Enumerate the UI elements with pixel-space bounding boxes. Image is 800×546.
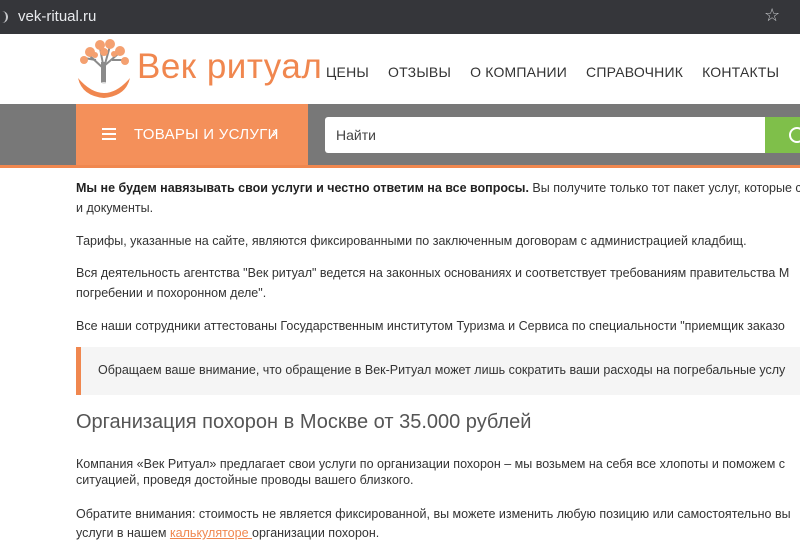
legal-paragraph: Вся деятельность агентства "Век ритуал" … — [76, 266, 790, 280]
chevron-down-icon: › — [272, 124, 278, 141]
main-nav: ЦЕНЫ ОТЗЫВЫ О КОМПАНИИ СПРАВОЧНИК КОНТАК… — [326, 64, 798, 80]
star-icon[interactable]: ☆ — [764, 5, 780, 26]
site-info-icon[interactable] — [0, 11, 8, 23]
nav-prices[interactable]: ЦЕНЫ — [326, 64, 369, 80]
tree-logo-icon[interactable] — [76, 38, 132, 98]
cost-text-before: услуги в нашем — [76, 526, 170, 540]
legal-paragraph-line2: погребении и похоронном деле". — [76, 286, 267, 300]
cost-paragraph: Обратите внимания: стоимость не является… — [76, 507, 791, 521]
catalog-menu-button[interactable]: ТОВАРЫ И УСЛУГИ › — [76, 104, 308, 165]
calculator-link[interactable]: калькуляторе — [170, 526, 252, 540]
search-input[interactable] — [325, 117, 765, 153]
intro-paragraph: Мы не будем навязывать свои услуги и чес… — [76, 178, 800, 198]
staff-paragraph: Все наши сотрудники аттестованы Государс… — [76, 319, 785, 333]
logo-text[interactable]: Век ритуал — [137, 47, 322, 87]
search-button[interactable] — [765, 117, 800, 153]
cost-paragraph-line2: услуги в нашем калькуляторе организации … — [76, 523, 379, 543]
notice-box: Обращаем ваше внимание, что обращение в … — [76, 347, 800, 395]
section-heading: Организация похорон в Москве от 35.000 р… — [76, 411, 532, 433]
cost-text-after: организации похорон. — [252, 526, 380, 540]
company-paragraph-line2: ситуацией, проведя достойные проводы ваш… — [76, 473, 414, 487]
hamburger-icon — [102, 128, 116, 140]
intro-bold: Мы не будем навязывать свои услуги и чес… — [76, 181, 529, 195]
nav-reviews[interactable]: ОТЗЫВЫ — [388, 64, 451, 80]
intro-paragraph-line2: и документы. — [76, 201, 154, 215]
browser-address-bar: vek-ritual.ru ☆ — [0, 0, 800, 34]
nav-about[interactable]: О КОМПАНИИ — [470, 64, 567, 80]
catalog-label: ТОВАРЫ И УСЛУГИ — [134, 126, 279, 143]
toolbar: ТОВАРЫ И УСЛУГИ › — [0, 104, 800, 165]
tariffs-paragraph: Тарифы, указанные на сайте, являются фик… — [76, 234, 747, 248]
toolbar-accent-line — [0, 165, 800, 168]
nav-reference[interactable]: СПРАВОЧНИК — [586, 64, 683, 80]
url-text[interactable]: vek-ritual.ru — [18, 8, 96, 25]
nav-contacts[interactable]: КОНТАКТЫ — [702, 64, 779, 80]
intro-rest: Вы получите только тот пакет услуг, кото… — [528, 181, 800, 195]
notice-text: Обращаем ваше внимание, что обращение в … — [98, 363, 786, 377]
site-header: Век ритуал ЦЕНЫ ОТЗЫВЫ О КОМПАНИИ СПРАВО… — [0, 34, 800, 104]
search-icon — [789, 127, 800, 143]
